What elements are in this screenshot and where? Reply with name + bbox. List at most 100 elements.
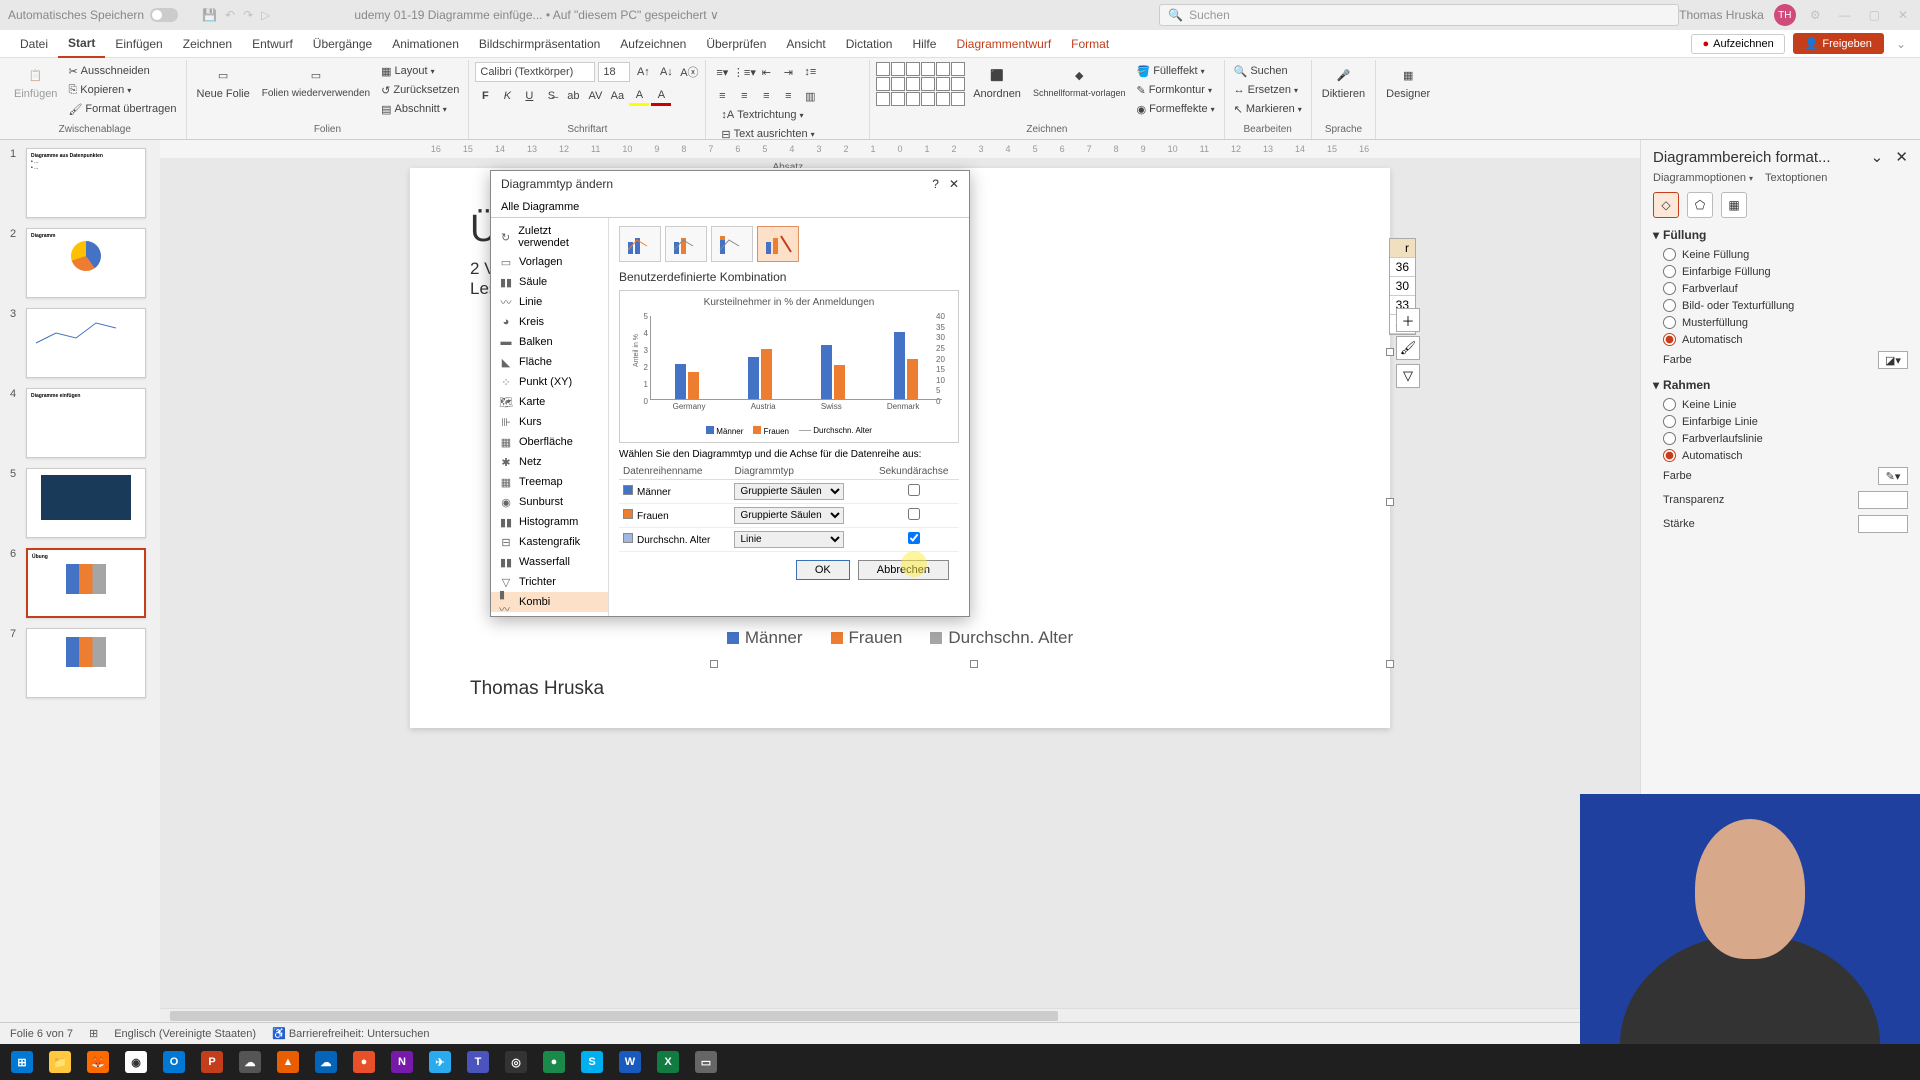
snagit-icon[interactable]: ● <box>346 1046 382 1078</box>
text-direction-button[interactable]: ↕ATextrichtung▾ <box>718 106 863 124</box>
char-spacing-icon[interactable]: AV <box>585 86 605 106</box>
autosave-toggle[interactable]: Automatisches Speichern <box>8 8 178 22</box>
border-color-picker[interactable]: ✎▾ <box>1878 467 1908 485</box>
panel-tab-text[interactable]: Textoptionen <box>1765 172 1827 184</box>
accessibility-status[interactable]: ♿ Barrierefreiheit: Untersuchen <box>272 1027 429 1040</box>
tab-zeichnen[interactable]: Zeichnen <box>173 30 242 58</box>
tab-format[interactable]: Format <box>1061 30 1119 58</box>
fill-gradient-radio[interactable]: Farbverlauf <box>1653 280 1908 297</box>
shape-outline-button[interactable]: ✎Formkontur▾ <box>1133 81 1217 99</box>
close-icon[interactable]: ✕ <box>1898 8 1908 22</box>
replace-button[interactable]: ↔Ersetzen▾ <box>1231 81 1305 99</box>
fill-color-picker[interactable]: ◪▾ <box>1878 351 1908 369</box>
cat-histogram[interactable]: ▮▮Histogramm <box>491 512 608 532</box>
cat-column[interactable]: ▮▮Säule <box>491 272 608 292</box>
italic-icon[interactable]: K <box>497 86 517 106</box>
camtasia-icon[interactable]: ● <box>536 1046 572 1078</box>
cat-scatter[interactable]: ⁘Punkt (XY) <box>491 372 608 392</box>
reuse-slides-button[interactable]: ▭ Folien wiederverwenden <box>258 62 374 101</box>
word-icon[interactable]: W <box>612 1046 648 1078</box>
thumbnail-3[interactable]: 3 <box>10 308 150 378</box>
subtype-custom[interactable] <box>757 226 799 262</box>
align-left-icon[interactable]: ≡ <box>712 86 732 106</box>
redo-icon[interactable]: ↷ <box>243 8 253 22</box>
onedrive-icon[interactable]: ☁ <box>308 1046 344 1078</box>
share-button[interactable]: 👤Freigeben <box>1793 33 1884 54</box>
ok-button[interactable]: OK <box>796 560 850 580</box>
cat-recent[interactable]: ↻Zuletzt verwendet <box>491 222 608 252</box>
underline-icon[interactable]: U <box>519 86 539 106</box>
teams-icon[interactable]: T <box>460 1046 496 1078</box>
user-avatar[interactable]: TH <box>1774 4 1796 26</box>
thumbnail-1[interactable]: 1Diagramme aus Datenpunkten• ...• ... <box>10 148 150 218</box>
selection-handle[interactable] <box>1386 348 1394 356</box>
border-gradient-radio[interactable]: Farbverlaufslinie <box>1653 430 1908 447</box>
maximize-icon[interactable]: ▢ <box>1869 8 1880 22</box>
tab-uebergaenge[interactable]: Übergänge <box>303 30 382 58</box>
dialog-tab-all[interactable]: Alle Diagramme <box>491 197 969 218</box>
outlook-icon[interactable]: O <box>156 1046 192 1078</box>
cat-stock[interactable]: ⊪Kurs <box>491 412 608 432</box>
help-icon[interactable]: ? <box>932 177 939 191</box>
cat-waterfall[interactable]: ▮▮Wasserfall <box>491 552 608 572</box>
series-type-select[interactable]: Linie <box>734 531 844 548</box>
tab-datei[interactable]: Datei <box>10 30 58 58</box>
bold-icon[interactable]: F <box>475 86 495 106</box>
selection-handle[interactable] <box>970 660 978 668</box>
subtype-2[interactable] <box>665 226 707 262</box>
indent-left-icon[interactable]: ⇤ <box>756 62 776 82</box>
select-button[interactable]: ↖Markieren▾ <box>1231 100 1305 118</box>
cat-combo[interactable]: ▮〰Kombi <box>491 592 608 612</box>
cut-button[interactable]: ✂Ausschneiden <box>65 62 179 80</box>
app-icon[interactable]: ☁ <box>232 1046 268 1078</box>
shape-effects-button[interactable]: ◉Formeffekte▾ <box>1133 100 1217 118</box>
cat-surface[interactable]: ▦Oberfläche <box>491 432 608 452</box>
width-input[interactable] <box>1858 515 1908 533</box>
tab-start[interactable]: Start <box>58 30 105 58</box>
minimize-icon[interactable]: — <box>1839 8 1851 22</box>
cat-boxplot[interactable]: ⊟Kastengrafik <box>491 532 608 552</box>
powerpoint-icon[interactable]: P <box>194 1046 230 1078</box>
author-text[interactable]: Thomas Hruska <box>470 678 604 700</box>
decrease-font-icon[interactable]: A↓ <box>656 62 676 82</box>
tab-aufzeichnen[interactable]: Aufzeichnen <box>610 30 696 58</box>
record-button[interactable]: ●Aufzeichnen <box>1691 34 1784 54</box>
dictate-button[interactable]: 🎤Diktieren <box>1318 62 1369 102</box>
fill-section[interactable]: ▾Füllung <box>1653 228 1908 242</box>
thumbnail-2[interactable]: 2Diagramm <box>10 228 150 298</box>
series-type-select[interactable]: Gruppierte Säulen <box>734 507 844 524</box>
strikethrough-icon[interactable]: S̶ <box>541 86 561 106</box>
skype-icon[interactable]: S <box>574 1046 610 1078</box>
cat-map[interactable]: 🗺Karte <box>491 392 608 412</box>
font-size-combo[interactable]: 18 <box>598 62 630 82</box>
settings-icon[interactable]: ⚙ <box>1810 8 1821 22</box>
shapes-gallery[interactable] <box>876 62 965 106</box>
paste-button[interactable]: 📋 Einfügen <box>10 62 61 102</box>
tab-diagrammentwurf[interactable]: Diagrammentwurf <box>946 30 1061 58</box>
cat-line[interactable]: 〰Linie <box>491 292 608 312</box>
designer-button[interactable]: ▦Designer <box>1382 62 1434 102</box>
thumbnail-7[interactable]: 7 <box>10 628 150 698</box>
panel-dropdown-icon[interactable]: ⌄ <box>1871 149 1884 166</box>
arrange-button[interactable]: ⬛Anordnen <box>969 62 1025 102</box>
selection-handle[interactable] <box>710 660 718 668</box>
font-name-combo[interactable]: Calibri (Textkörper) <box>475 62 595 82</box>
secondary-axis-checkbox[interactable] <box>908 508 920 520</box>
chart-filters-icon[interactable]: ▽ <box>1396 364 1420 388</box>
change-case-icon[interactable]: Aa <box>607 86 627 106</box>
cat-treemap[interactable]: ▦Treemap <box>491 472 608 492</box>
section-button[interactable]: ▤Abschnitt▾ <box>378 100 462 118</box>
border-auto-radio[interactable]: Automatisch <box>1653 447 1908 464</box>
border-solid-radio[interactable]: Einfarbige Linie <box>1653 413 1908 430</box>
fill-picture-radio[interactable]: Bild- oder Texturfüllung <box>1653 297 1908 314</box>
tab-ansicht[interactable]: Ansicht <box>776 30 835 58</box>
new-slide-button[interactable]: ▭ Neue Folie <box>193 62 254 102</box>
effects-tab-icon[interactable]: ⬠ <box>1687 192 1713 218</box>
selection-handle[interactable] <box>1386 660 1394 668</box>
cancel-button[interactable]: Abbrechen <box>858 560 949 580</box>
copy-button[interactable]: ⎘Kopieren▾ <box>65 81 179 99</box>
border-none-radio[interactable]: Keine Linie <box>1653 396 1908 413</box>
document-title[interactable]: udemy 01-19 Diagramme einfüge... • Auf "… <box>274 8 1159 22</box>
cat-sunburst[interactable]: ◉Sunburst <box>491 492 608 512</box>
align-right-icon[interactable]: ≡ <box>756 86 776 106</box>
